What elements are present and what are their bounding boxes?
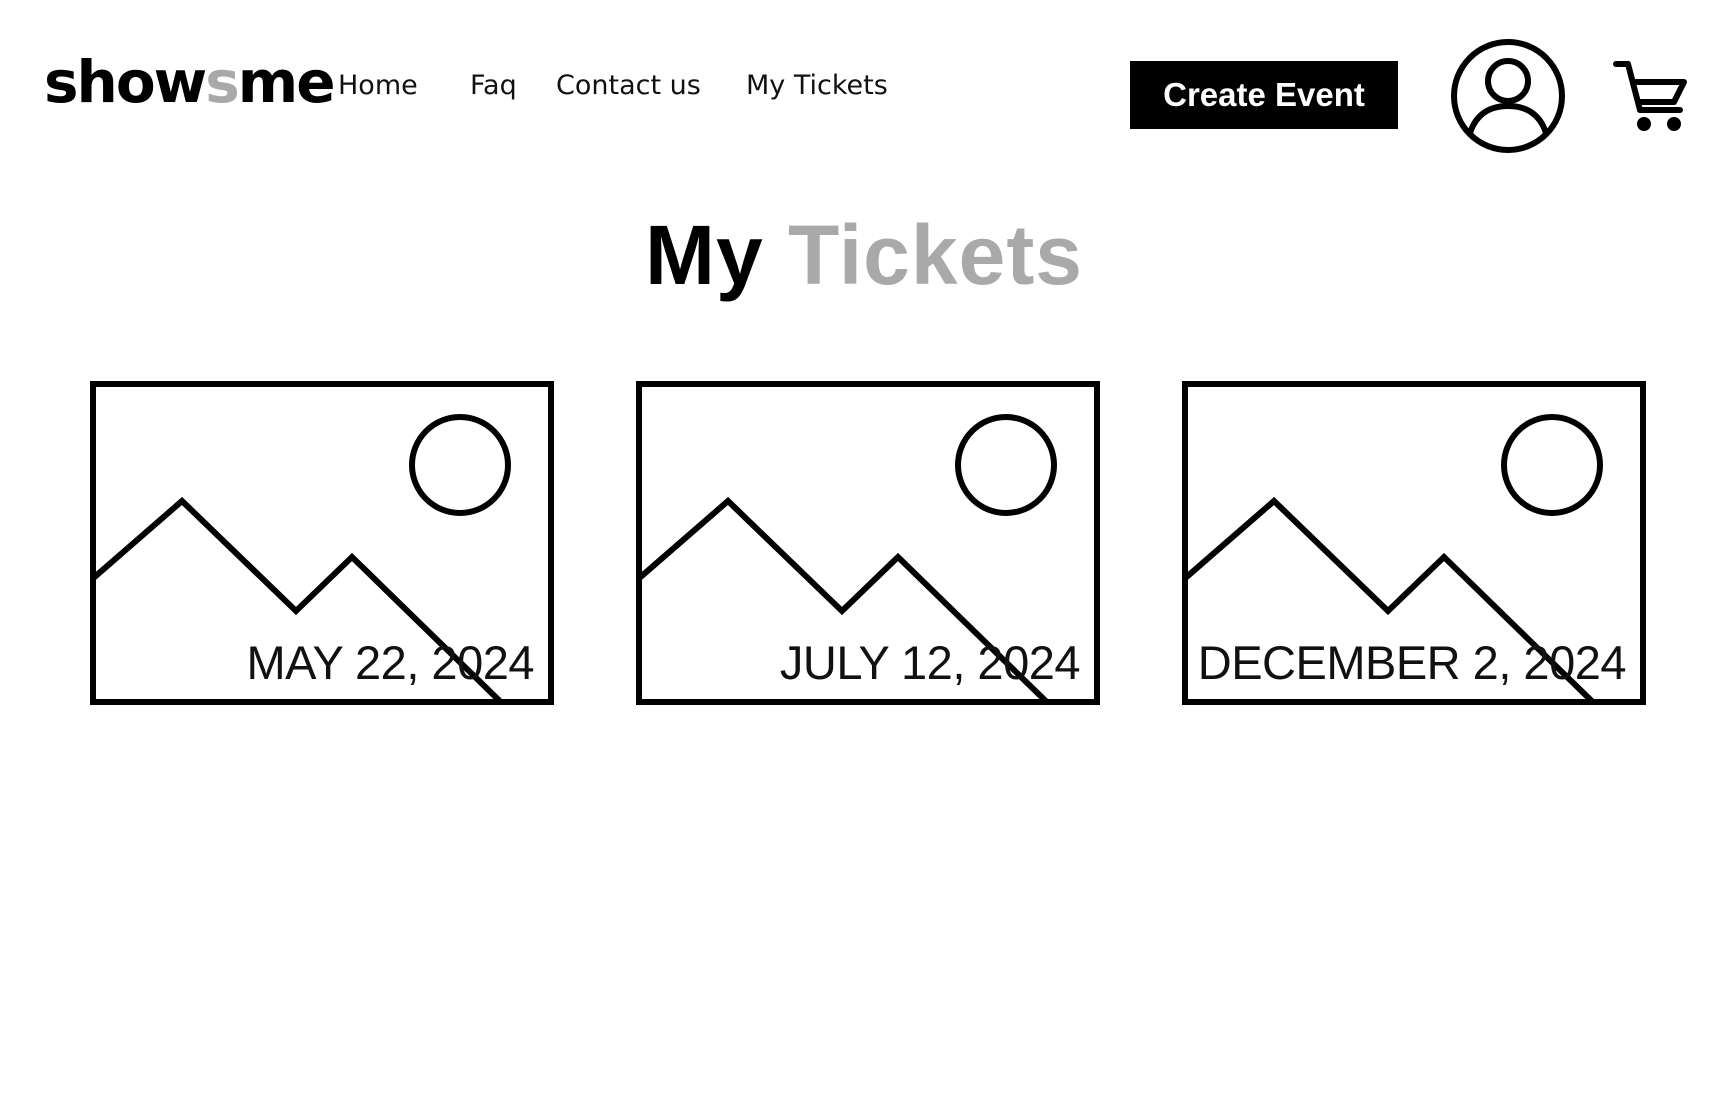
logo-text-accent: s <box>205 48 240 116</box>
cart-button[interactable] <box>1612 58 1690 134</box>
site-header: showsme Home Faq Contact us My Tickets C… <box>0 0 1728 190</box>
page-title: My Tickets <box>0 205 1728 305</box>
nav-home[interactable]: Home <box>338 68 418 104</box>
logo[interactable]: showsme <box>44 44 336 120</box>
user-icon <box>1451 39 1565 153</box>
ticket-card[interactable]: MAY 22, 2024 <box>90 381 554 705</box>
ticket-date: MAY 22, 2024 <box>246 636 534 689</box>
page-title-part1: My <box>644 208 764 302</box>
ticket-card[interactable]: DECEMBER 2, 2024 <box>1182 381 1646 705</box>
logo-text-part1: show <box>44 48 207 116</box>
user-avatar-button[interactable] <box>1450 38 1566 154</box>
nav-my-tickets[interactable]: My Tickets <box>746 68 888 104</box>
ticket-date: JULY 12, 2024 <box>779 636 1081 689</box>
ticket-date: DECEMBER 2, 2024 <box>1197 636 1627 689</box>
ticket-card[interactable]: JULY 12, 2024 <box>636 381 1100 705</box>
create-event-button[interactable]: Create Event <box>1130 61 1398 129</box>
page-title-part2: Tickets <box>788 208 1084 302</box>
cart-icon <box>1613 61 1687 131</box>
logo-text-part3: me <box>237 48 336 116</box>
nav-faq[interactable]: Faq <box>470 68 517 104</box>
nav-contact-us[interactable]: Contact us <box>556 68 701 104</box>
